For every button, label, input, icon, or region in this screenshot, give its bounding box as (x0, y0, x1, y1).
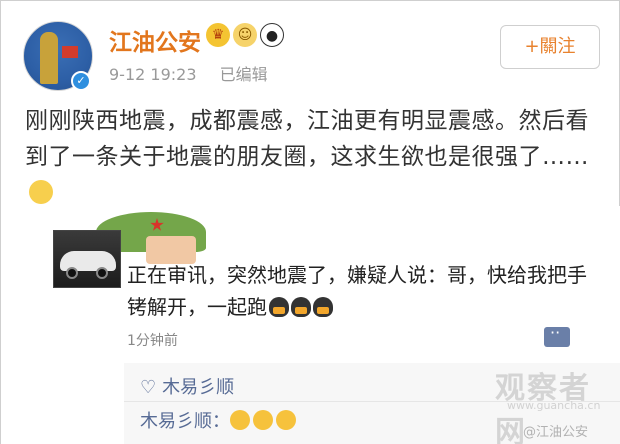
post-text: 刚刚陕西地震，成都震感，江油更有明显震感。然后看到了一条关于地震的朋友圈，这求生… (25, 103, 605, 211)
penguin-emoji-icon (313, 297, 333, 317)
watermark-url: www.guancha.cn (507, 399, 601, 412)
statue-figure (40, 32, 58, 84)
heart-icon[interactable]: ♡ (140, 377, 156, 398)
reply-user[interactable]: 木易彡顺： (140, 411, 230, 432)
follow-button[interactable]: +關注 (500, 25, 600, 69)
panda-badge-icon[interactable]: ● (260, 23, 284, 47)
shrug-emoji-icon (29, 180, 53, 204)
author-name[interactable]: 江油公安 (109, 23, 201, 57)
verified-icon: ✓ (71, 71, 91, 91)
comment-icon[interactable] (544, 323, 570, 347)
moment-body: 正在审讯，突然地震了，嫌疑人说：哥，快给我把手铐解开，一起跑 (127, 263, 587, 319)
badge-row: ♛ ☺ ● (206, 23, 284, 47)
reply-line: 木易彡顺： (140, 407, 299, 433)
penguin-emoji-icon (291, 297, 311, 317)
post-meta: 9-12 19:23 已编辑 (109, 61, 286, 85)
crown-badge-icon[interactable]: ♛ (206, 23, 230, 47)
grin-emoji-icon (230, 410, 250, 430)
edited-label[interactable]: 已编辑 (220, 65, 268, 84)
grin-emoji-icon (253, 410, 273, 430)
moment-time: 1分钟前 (127, 333, 178, 349)
gold-badge-icon[interactable]: ☺ (233, 23, 257, 47)
weibo-post: ✓ 江油公安 ♛ ☺ ● 9-12 19:23 已编辑 +關注 刚刚陕西地震，成… (0, 0, 620, 444)
moment-text: 正在审讯，突然地震了，嫌疑人说：哥，快给我把手铐解开，一起跑 (127, 259, 597, 323)
car-avatar[interactable] (53, 230, 121, 288)
post-time: 9-12 19:23 (109, 65, 197, 84)
penguin-emoji-icon (269, 297, 289, 317)
flag-figure (62, 46, 78, 58)
like-user[interactable]: 木易彡顺 (162, 377, 234, 398)
like-line: ♡ 木易彡顺 (140, 373, 234, 399)
grin-emoji-icon (276, 410, 296, 430)
post-body: 刚刚陕西地震，成都震感，江油更有明显震感。然后看到了一条关于地震的朋友圈，这求生… (25, 108, 589, 170)
watermark-weibo: @江油公安 (523, 425, 589, 440)
